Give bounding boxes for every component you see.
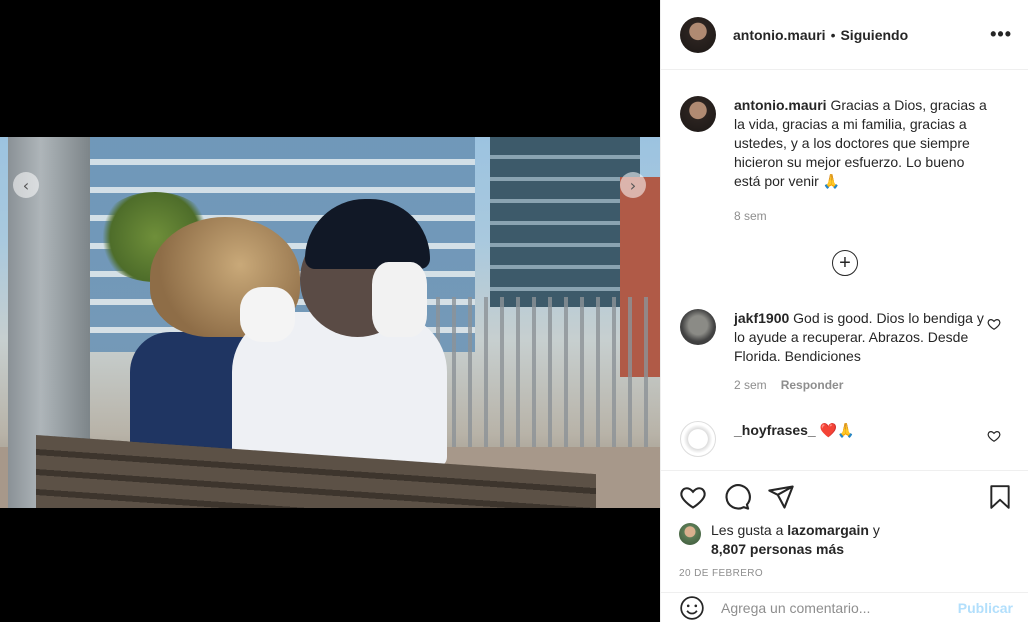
comment-icon[interactable]: [723, 483, 751, 511]
liked-by-user[interactable]: lazomargain: [787, 522, 869, 538]
separator-dot: •: [830, 26, 836, 43]
avatar[interactable]: [680, 421, 716, 457]
photo-fence: [420, 297, 660, 447]
caption-username[interactable]: antonio.mauri: [734, 97, 827, 113]
caption-time[interactable]: 8 sem: [734, 209, 767, 223]
avatar[interactable]: [679, 523, 701, 545]
post-username[interactable]: antonio.mauri: [733, 27, 826, 43]
add-comment-input[interactable]: [721, 599, 941, 616]
likes-summary: Les gusta a lazomargain y 8,807 personas…: [679, 521, 1013, 559]
post-header: antonio.mauri • Siguiendo •••: [661, 0, 1028, 70]
chevron-left-icon: ‹: [22, 175, 30, 195]
following-button[interactable]: Siguiendo: [840, 27, 908, 43]
avatar[interactable]: [680, 16, 716, 53]
photo-face-mask: [240, 287, 295, 342]
reply-button[interactable]: Responder: [781, 378, 844, 392]
like-comment-heart-icon[interactable]: [987, 317, 1001, 331]
load-more-comments-button[interactable]: +: [832, 250, 858, 276]
comment-username[interactable]: _hoyfrases_: [734, 422, 816, 438]
avatar[interactable]: [680, 309, 716, 345]
list-item: _hoyfrases_ ❤️🙏: [661, 421, 1028, 457]
add-comment-bar: Publicar: [661, 592, 1028, 622]
comments-list[interactable]: antonio.mauri Gracias a Dios, gracias a …: [661, 71, 1028, 469]
carousel-prev-button[interactable]: ‹: [13, 172, 39, 198]
emoji-icon[interactable]: [679, 595, 705, 621]
comment-time[interactable]: 2 sem: [734, 378, 767, 392]
photo-building: [490, 137, 640, 307]
list-item: jakf1900 God is good. Dios lo bendiga y …: [661, 309, 1028, 395]
plus-circle-icon: +: [839, 252, 851, 274]
post-actions: Les gusta a lazomargain y 8,807 personas…: [661, 470, 1028, 579]
more-horizontal-icon[interactable]: •••: [990, 24, 1012, 45]
comment-text: ❤️🙏: [819, 422, 855, 438]
caption: antonio.mauri Gracias a Dios, gracias a …: [661, 96, 1028, 226]
likes-count[interactable]: 8,807 personas más: [711, 541, 844, 557]
bookmark-icon[interactable]: [987, 483, 1013, 511]
post-photo: [0, 137, 660, 508]
likes-prefix: Les gusta a: [711, 522, 784, 538]
post-date[interactable]: 20 DE FEBRERO: [679, 568, 1013, 579]
share-direct-icon[interactable]: [767, 483, 795, 511]
like-heart-icon[interactable]: [679, 483, 707, 511]
carousel-next-button[interactable]: ›: [620, 172, 646, 198]
post-side-panel: antonio.mauri • Siguiendo ••• antonio.ma…: [660, 0, 1028, 622]
post-media: ‹ ›: [0, 0, 660, 622]
comment-username[interactable]: jakf1900: [734, 310, 789, 326]
likes-connector: y: [872, 522, 880, 538]
avatar[interactable]: [680, 96, 716, 132]
publish-button[interactable]: Publicar: [958, 600, 1013, 616]
like-comment-heart-icon[interactable]: [987, 429, 1001, 443]
chevron-right-icon: ›: [629, 175, 637, 195]
photo-face-mask: [372, 262, 427, 337]
